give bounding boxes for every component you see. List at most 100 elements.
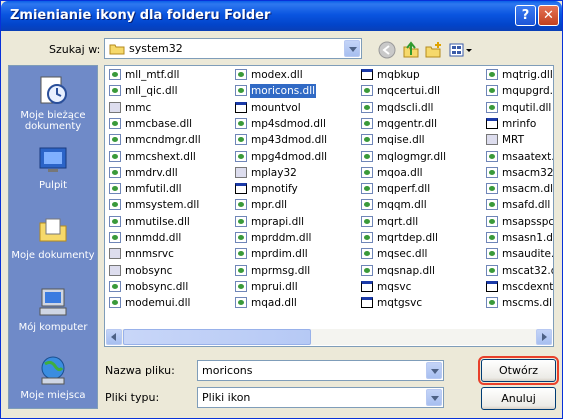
dll-file-icon bbox=[109, 232, 121, 243]
up-folder-icon[interactable] bbox=[402, 41, 420, 59]
file-name: mprdim.dll bbox=[251, 248, 308, 261]
dll-file-icon bbox=[486, 199, 498, 211]
file-name: mqrt.dll bbox=[377, 215, 419, 228]
chevron-down-icon[interactable] bbox=[426, 362, 442, 379]
file-name: mqsec.dll bbox=[377, 248, 428, 261]
scroll-left-icon[interactable] bbox=[106, 329, 122, 345]
program-icon bbox=[109, 248, 121, 260]
dll-file-icon bbox=[235, 199, 247, 211]
file-name: mqad.dll bbox=[251, 297, 297, 310]
file-name: mobsync bbox=[125, 264, 173, 277]
application-icon bbox=[486, 280, 498, 292]
filetype-combo[interactable]: Pliki ikon bbox=[197, 387, 444, 408]
file-name: mprmsg.dll bbox=[251, 264, 311, 277]
scrollbar-thumb[interactable] bbox=[123, 329, 311, 345]
file-name: mpnotify bbox=[251, 183, 298, 196]
file-name: mnmdd.dll bbox=[125, 232, 182, 244]
back-arrow-icon[interactable] bbox=[378, 41, 396, 59]
new-folder-icon[interactable] bbox=[425, 41, 443, 59]
look-in-combo[interactable]: system32 bbox=[104, 38, 362, 59]
program-icon bbox=[109, 264, 121, 276]
application-icon bbox=[361, 69, 373, 80]
program-icon bbox=[486, 134, 498, 146]
file-name: mqutil.dll bbox=[502, 101, 552, 114]
dll-file-icon bbox=[109, 199, 121, 211]
dll-file-icon bbox=[109, 150, 121, 162]
open-dialog-window: Zmienianie ikony dla folderu Folder ? ✕ … bbox=[0, 0, 563, 419]
recent-documents-icon bbox=[40, 76, 67, 104]
dll-file-icon bbox=[361, 264, 373, 276]
help-button[interactable]: ? bbox=[515, 5, 536, 26]
file-name: mobsync.dll bbox=[125, 280, 189, 293]
dll-file-icon bbox=[361, 248, 373, 260]
place-recent[interactable]: Moje bieżące dokumenty bbox=[9, 74, 97, 132]
file-name: mmcshext.dll bbox=[125, 150, 196, 163]
file-name: mprui.dll bbox=[251, 280, 298, 293]
chevron-down-icon[interactable] bbox=[426, 389, 442, 406]
file-name: mqlogmgr.dll bbox=[377, 150, 446, 163]
title-bar[interactable]: Zmienianie ikony dla folderu Folder ? ✕ bbox=[1, 1, 562, 31]
program-icon bbox=[109, 101, 121, 113]
file-name: moricons.dll bbox=[250, 84, 317, 99]
file-name: mpr.dll bbox=[251, 199, 288, 212]
file-name: mqrtdep.dll bbox=[377, 232, 438, 244]
dll-file-icon bbox=[361, 150, 373, 162]
place-desktop[interactable]: Pulpit bbox=[9, 144, 97, 191]
dll-file-icon bbox=[235, 85, 247, 97]
view-menu-icon[interactable] bbox=[449, 41, 473, 59]
file-name: msasn1.dll bbox=[502, 232, 554, 244]
dll-file-icon bbox=[486, 183, 498, 195]
dll-file-icon bbox=[361, 232, 373, 243]
dll-file-icon bbox=[486, 69, 498, 80]
filename-combo[interactable]: moricons bbox=[197, 360, 444, 381]
filename-input[interactable]: moricons bbox=[202, 364, 253, 377]
dll-file-icon bbox=[235, 215, 247, 227]
dll-file-icon bbox=[235, 150, 247, 162]
file-name: mmcbase.dll bbox=[125, 117, 193, 130]
file-list[interactable]: mll_mtf.dll mll_qic.dll mmc mmcbase.dll mmcn… bbox=[104, 65, 554, 347]
open-button[interactable]: Otwórz bbox=[478, 356, 559, 385]
folder-icon bbox=[109, 44, 125, 55]
chevron-down-icon[interactable] bbox=[344, 40, 360, 57]
dll-file-icon bbox=[486, 101, 498, 113]
dll-file-icon bbox=[109, 117, 121, 129]
place-my-computer[interactable]: Mój komputer bbox=[9, 286, 97, 333]
place-my-documents[interactable]: Moje dokumenty bbox=[9, 214, 97, 261]
file-name: mqtrig.dll bbox=[502, 69, 553, 81]
dll-file-icon bbox=[361, 101, 373, 113]
my-computer-icon bbox=[39, 288, 67, 316]
file-name: mqise.dll bbox=[377, 134, 425, 147]
dll-file-icon bbox=[235, 117, 247, 129]
file-name: MRT bbox=[502, 134, 525, 147]
scroll-right-icon[interactable] bbox=[536, 329, 552, 345]
dll-file-icon bbox=[486, 166, 498, 178]
file-name: mnmsrvc bbox=[125, 248, 174, 261]
application-icon bbox=[361, 297, 373, 309]
network-places-icon bbox=[41, 356, 65, 385]
horizontal-scrollbar[interactable] bbox=[106, 329, 552, 345]
file-name: mmdrv.dll bbox=[125, 166, 178, 179]
file-name: mqcertui.dll bbox=[377, 85, 440, 98]
file-name: msacm32.c bbox=[502, 166, 554, 179]
dll-file-icon bbox=[486, 297, 498, 309]
file-name: msacm.dll bbox=[502, 183, 554, 196]
place-label: Moje dokumenty bbox=[11, 250, 95, 261]
file-name: msaudite.c bbox=[502, 248, 554, 261]
dll-file-icon bbox=[109, 297, 121, 309]
file-name: mprddm.dll bbox=[251, 232, 312, 244]
place-network[interactable]: Moje miejsca bbox=[9, 354, 97, 401]
file-name: mqdscli.dll bbox=[377, 101, 434, 114]
dll-file-icon bbox=[361, 134, 373, 146]
dll-file-icon bbox=[361, 199, 373, 211]
file-name: mll_qic.dll bbox=[125, 85, 178, 98]
dll-file-icon bbox=[486, 232, 498, 243]
close-button[interactable]: ✕ bbox=[538, 5, 559, 26]
dll-file-icon bbox=[361, 215, 373, 227]
dll-file-icon bbox=[235, 232, 247, 243]
cancel-button[interactable]: Anuluj bbox=[481, 387, 556, 410]
file-name: mqupgrd.c bbox=[502, 85, 554, 98]
dll-file-icon bbox=[361, 117, 373, 129]
dll-file-icon bbox=[235, 248, 247, 260]
dll-file-icon bbox=[109, 134, 121, 146]
place-label: Moje bieżące dokumenty bbox=[20, 110, 86, 132]
